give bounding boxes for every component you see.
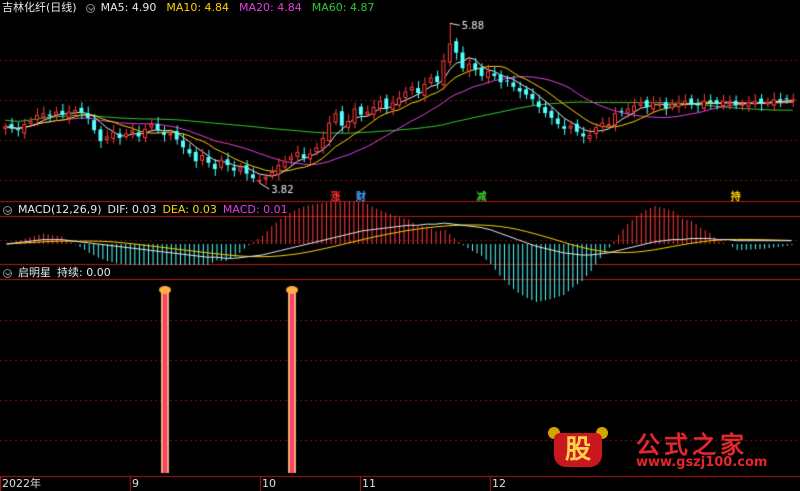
indicator-panel-header: 启明星 持续: 0.00 (0, 266, 111, 280)
macd-dif: DIF: 0.03 (107, 203, 157, 216)
watermark-url: www.gszj100.com (636, 455, 768, 470)
x-axis-label-year: 2022年 (2, 477, 41, 490)
watermark-logo-char: 股 (564, 435, 591, 465)
indicator-toggle-icon[interactable] (3, 268, 12, 278)
watermark: 股 公式之家 www.gszj100.com (548, 425, 792, 473)
x-axis-label-dec: 12 (492, 477, 506, 490)
indicator-name: 启明星 (18, 266, 51, 279)
macd-value: MACD: 0.01 (222, 203, 288, 216)
ma5-item: MA5: 4.90 (100, 1, 157, 14)
main-panel-header: 吉林化纤(日线) MA5: 4.90 MA10: 4.84 MA20: 4.84… (0, 1, 378, 15)
x-axis-label-oct: 10 (262, 477, 276, 490)
watermark-logo: 股 (548, 427, 608, 471)
indicator-persist: 持续: 0.00 (57, 266, 111, 279)
x-axis-label-nov: 11 (362, 477, 376, 490)
ma60-item: MA60: 4.87 (311, 1, 375, 14)
stock-title: 吉林化纤(日线) (2, 1, 77, 14)
macd-toggle-icon[interactable] (3, 205, 12, 215)
macd-name: MACD(12,26,9) (18, 203, 102, 216)
macd-dea: DEA: 0.03 (162, 203, 217, 216)
stock-chart-canvas[interactable] (0, 0, 800, 491)
ma20-item: MA20: 4.84 (239, 1, 302, 14)
x-axis-label-sep: 9 (132, 477, 139, 490)
macd-panel-header: MACD(12,26,9) DIF: 0.03 DEA: 0.03 MACD: … (0, 203, 288, 217)
ma-toggle-icon[interactable] (85, 3, 95, 13)
ma10-item: MA10: 4.84 (166, 1, 230, 14)
